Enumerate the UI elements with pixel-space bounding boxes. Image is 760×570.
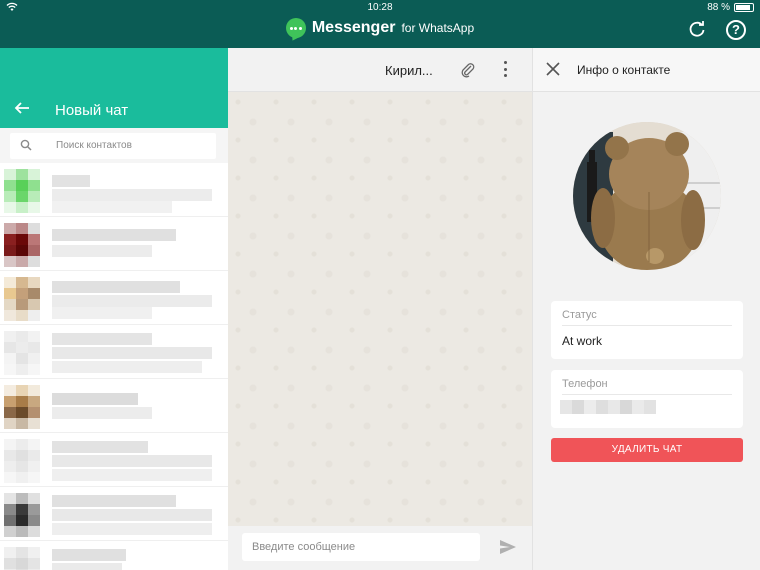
panel-title: Новый чат [55, 102, 129, 119]
phone-value-redacted [560, 400, 656, 414]
contact-info-title: Инфо о контакте [577, 63, 671, 77]
app-header: 10:28 88 % Messenger for WhatsApp ? [0, 0, 760, 48]
list-item[interactable] [0, 379, 228, 433]
contact-info-panel: Инфо о контакте Статус At work Телефон У… [532, 48, 760, 570]
avatar [4, 385, 40, 429]
list-item[interactable] [0, 433, 228, 487]
avatar [4, 493, 40, 537]
battery-icon [734, 3, 754, 12]
avatar [4, 223, 40, 267]
avatar [4, 277, 40, 321]
chat-header: Кирил... [228, 48, 532, 92]
list-item[interactable] [0, 271, 228, 325]
chat-messages-area [228, 92, 532, 526]
list-item[interactable] [0, 541, 228, 570]
new-chat-panel: Новый чат Поиск контактов [0, 48, 228, 570]
refresh-icon[interactable] [688, 20, 706, 38]
list-item[interactable] [0, 487, 228, 541]
send-icon[interactable] [500, 540, 516, 554]
more-vertical-icon[interactable] [502, 61, 508, 77]
compose-bar: Введите сообщение [228, 526, 532, 570]
avatar [4, 547, 40, 570]
back-arrow-icon[interactable] [14, 100, 30, 116]
delete-chat-button[interactable]: УДАЛИТЬ ЧАТ [551, 438, 743, 462]
help-icon[interactable]: ? [726, 20, 746, 40]
chat-panel: Кирил... Введите сообщение [228, 48, 532, 570]
avatar [4, 169, 40, 213]
list-item[interactable] [0, 217, 228, 271]
avatar [4, 439, 40, 483]
status-card: Статус At work [551, 301, 743, 359]
search-icon [20, 139, 32, 151]
close-icon[interactable] [546, 62, 560, 76]
chat-contact-name[interactable]: Кирил... [385, 63, 433, 78]
teddy-bear-photo [573, 122, 721, 270]
search-input[interactable]: Поиск контактов [56, 140, 132, 151]
app-brand: Messenger for WhatsApp [0, 18, 760, 38]
app-name: Messenger [311, 19, 396, 36]
status-value: At work [562, 334, 603, 348]
message-input[interactable]: Введите сообщение [242, 533, 480, 561]
status-time: 10:28 [367, 2, 393, 13]
status-label: Статус [562, 309, 597, 321]
search-bar: Поиск контактов [0, 128, 228, 163]
contact-info-header: Инфо о контакте [533, 48, 760, 92]
list-item[interactable] [0, 325, 228, 379]
messenger-logo-icon [285, 18, 306, 38]
list-item[interactable] [0, 163, 228, 217]
battery-percent: 88 % [707, 2, 730, 13]
new-chat-header: Новый чат [0, 48, 228, 128]
search-field[interactable]: Поиск контактов [10, 133, 216, 159]
contact-list [0, 163, 228, 570]
status-bar: 10:28 88 % [0, 0, 760, 14]
phone-card: Телефон [551, 370, 743, 428]
phone-label: Телефон [562, 378, 608, 390]
avatar [4, 331, 40, 375]
app-subtitle: for WhatsApp [401, 21, 475, 35]
contact-photo [573, 122, 721, 270]
paperclip-icon[interactable] [460, 62, 476, 78]
